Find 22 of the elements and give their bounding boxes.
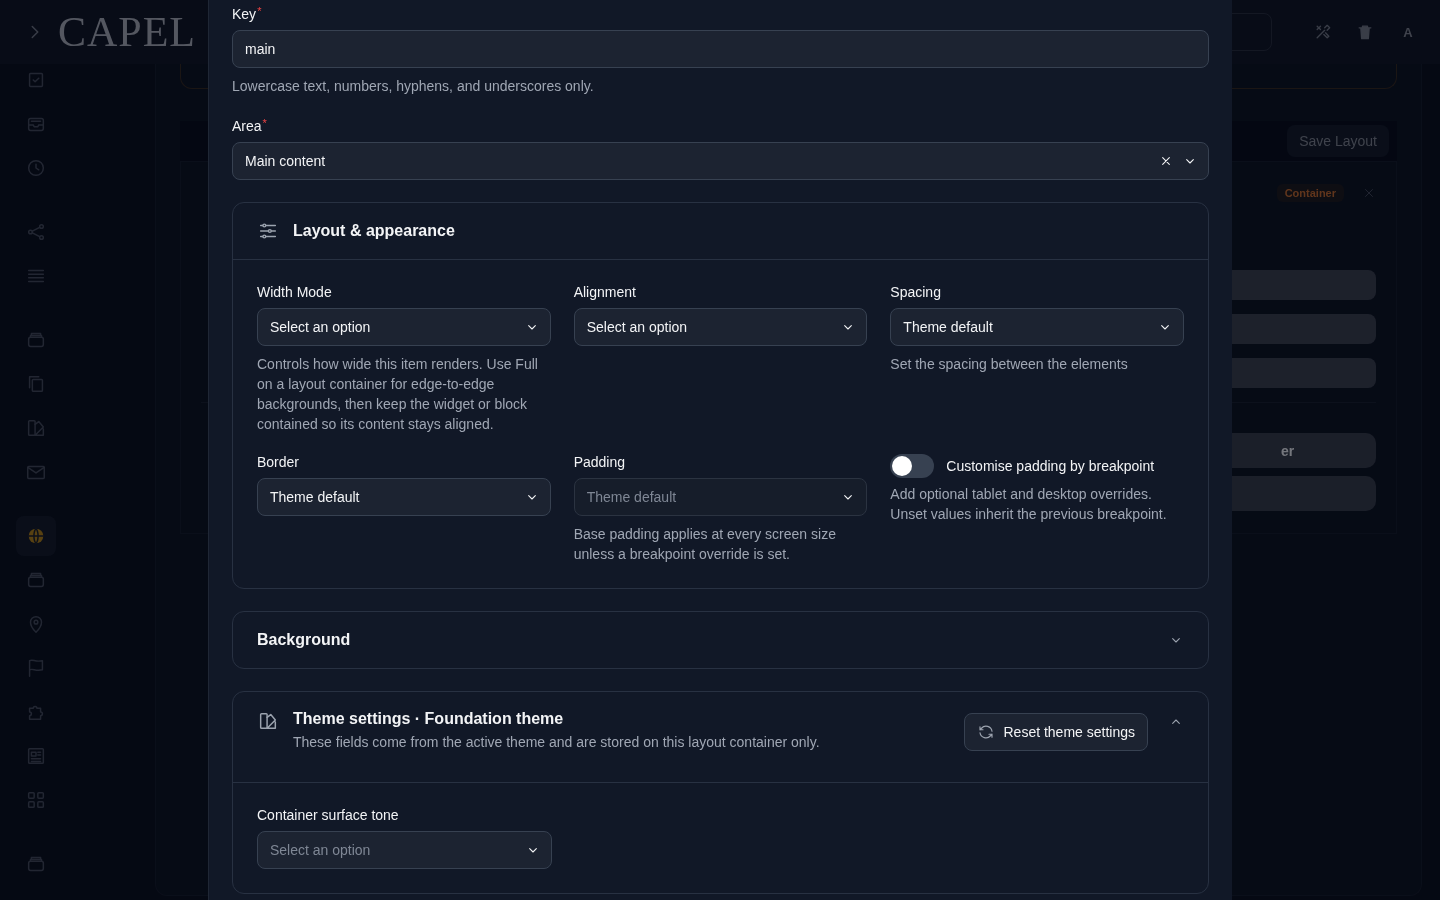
required-mark: * [262, 118, 267, 129]
field-label: Border [257, 454, 300, 470]
logo: CAPEL [58, 8, 196, 56]
container-badge: Container [1276, 184, 1344, 202]
help-text: Base padding applies at every screen size unless a breakpoint override is set. [573, 525, 837, 564]
required-mark: * [257, 6, 262, 19]
section-subtitle: These fields come from the active theme and are stored on this layout container only. [293, 734, 821, 750]
help-text: Set the spacing between the elements [890, 355, 1129, 374]
section-title: Layout & appearance [293, 222, 456, 240]
field-label: Alignment [573, 284, 636, 300]
section-title: Theme settings · Foundation theme [293, 710, 565, 728]
toggle-label: Customise padding by breakpoint [946, 458, 1155, 474]
field-label: Area [232, 118, 262, 134]
field-label: Key [232, 6, 257, 22]
section-title: Background [257, 631, 352, 649]
field-label: Padding [573, 454, 626, 470]
help-text: Controls how wide this item renders. Use Full on a layout container for edge-to-edge backgrounds, then keep the widget or block contained so its content stays aligned. [257, 355, 539, 434]
field-label: Width Mode [257, 284, 332, 300]
help-text: Add optional tablet and desktop overrides. Unset values inherit the previous breakpoint. [890, 485, 1168, 524]
field-label: Spacing [890, 284, 941, 300]
field-label: Container surface tone [257, 807, 399, 823]
help-text: Lowercase text, numbers, hyphens, and underscores only. [232, 77, 595, 96]
